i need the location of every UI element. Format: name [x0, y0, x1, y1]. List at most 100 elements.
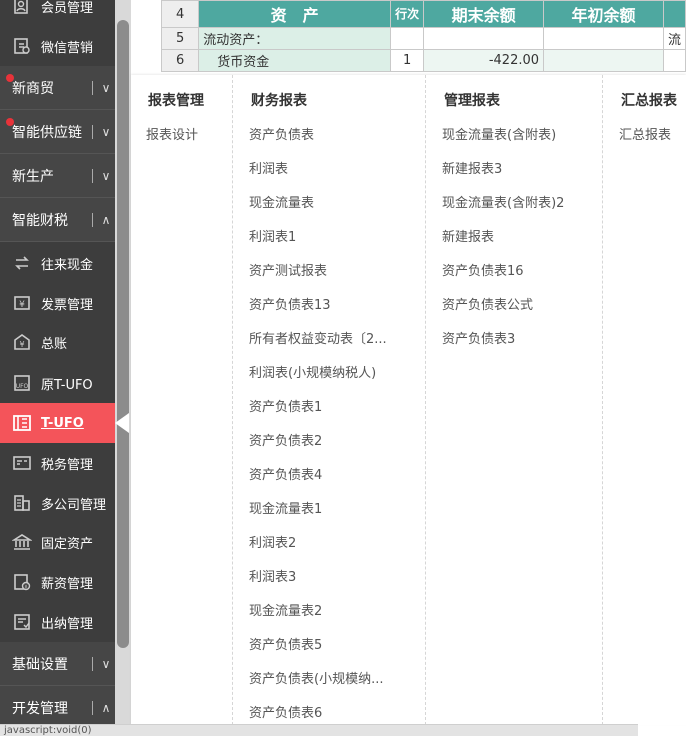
sheet-header-row: 4 资 产 行次 期末余额 年初余额 [161, 0, 686, 28]
sidebar-item-salary[interactable]: ¥ 薪资管理 [0, 562, 115, 602]
sidebar-item-tax[interactable]: 税务管理 [0, 443, 115, 483]
separator [92, 700, 93, 715]
header-begin-balance[interactable]: 年初余额 [543, 0, 664, 28]
menu-item[interactable]: 现金流量表1 [249, 498, 322, 517]
separator [92, 124, 93, 139]
sidebar-item-label: 税务管理 [41, 457, 94, 473]
svg-text:¥: ¥ [19, 340, 24, 349]
sidebar-group-smart-supply-chain[interactable]: 智能供应链 ∨ [0, 110, 115, 154]
cell-begin-balance[interactable] [543, 49, 664, 72]
sidebar-group-basic-settings[interactable]: 基础设置 ∨ [0, 642, 115, 686]
menu-item[interactable]: 资产负债表2 [249, 430, 322, 449]
header-line-no[interactable]: 行次 [390, 0, 425, 28]
row-number: 4 [161, 0, 200, 28]
menu-item[interactable]: 利润表2 [249, 532, 296, 551]
sidebar-group-new-trade[interactable]: 新商贸 ∨ [0, 66, 115, 110]
svg-text:UFO: UFO [16, 383, 29, 390]
menu-item[interactable]: 资产负债表公式 [442, 294, 533, 313]
sidebar-item-cashier[interactable]: 出纳管理 [0, 602, 115, 642]
menu-column-title: 管理报表 [444, 93, 500, 109]
menu-item[interactable]: 资产负债表4 [249, 464, 322, 483]
menu-item-summary-report[interactable]: 汇总报表 [619, 124, 671, 143]
header-asset[interactable]: 资 产 [198, 0, 392, 28]
chevron-up-icon: ∧ [101, 700, 111, 715]
menu-item[interactable]: 现金流量表 [249, 192, 314, 211]
cell-line-no[interactable] [390, 27, 425, 50]
menu-column-title: 报表管理 [148, 93, 204, 109]
menu-item[interactable]: 资产负债表3 [442, 328, 515, 347]
tax-icon [11, 452, 33, 474]
sidebar-item-multi-company[interactable]: 多公司管理 [0, 483, 115, 523]
sidebar: 会员管理 微信营销 新商贸 ∨ 智能供应链 ∨ 新生产 ∨ 智能财税 ∧ 往来现… [0, 0, 115, 736]
menu-column-financial-reports: 财务报表 资产负债表利润表现金流量表利润表1 资产测试报表 资产负债表13 所有者权益… [232, 75, 426, 725]
menu-item[interactable]: 利润表(小规模纳税人) [249, 362, 376, 381]
cell-begin-balance[interactable] [543, 27, 664, 50]
sidebar-item-invoice[interactable]: ¥ 发票管理 [0, 283, 115, 323]
sidebar-item-member[interactable]: 会员管理 [0, 0, 115, 26]
header-end-balance[interactable]: 期末余额 [423, 0, 545, 28]
sidebar-item-original-t-ufo[interactable]: UFO 原T-UFO [0, 363, 115, 403]
header-extra[interactable] [662, 0, 686, 28]
sidebar-item-t-ufo[interactable]: T-UFO [0, 403, 115, 443]
status-bar: javascript:void(0) [0, 724, 638, 736]
sidebar-item-label: 原T-UFO [41, 377, 93, 393]
menu-column-title: 汇总报表 [621, 93, 677, 109]
menu-item[interactable]: 现金流量表2 [249, 600, 322, 619]
sidebar-group-label: 智能供应链 [12, 124, 82, 141]
menu-item[interactable]: 资产测试报表 [249, 260, 327, 279]
chevron-down-icon: ∨ [101, 80, 111, 95]
sidebar-item-label: 会员管理 [41, 0, 94, 16]
menu-item[interactable]: 新建报表3 [442, 158, 502, 177]
menu-item[interactable]: 资产负债表5 [249, 634, 322, 653]
menu-item[interactable]: 利润表 [249, 158, 288, 177]
chevron-down-icon: ∨ [101, 656, 111, 671]
menu-item[interactable]: 所有者权益变动表〔2... [249, 328, 387, 347]
invoice-icon: ¥ [11, 292, 33, 314]
cell-item-name[interactable]: 货币资金 [198, 49, 392, 72]
member-icon [11, 0, 33, 17]
menu-column-title: 财务报表 [251, 93, 307, 109]
menu-item-report-design[interactable]: 报表设计 [146, 124, 198, 143]
menu-item[interactable]: 利润表3 [249, 566, 296, 585]
notification-dot [6, 74, 14, 82]
row-number: 6 [161, 49, 200, 72]
menu-item[interactable]: 资产负债表 [249, 124, 314, 143]
sidebar-item-transfer-cash[interactable]: 往来现金 [0, 243, 115, 283]
sidebar-group-smart-finance-tax[interactable]: 智能财税 ∧ [0, 198, 115, 242]
sidebar-scrollbar-thumb[interactable] [117, 20, 129, 648]
menu-item[interactable]: 现金流量表(含附表)2 [442, 192, 564, 211]
sidebar-item-label: 薪资管理 [41, 576, 94, 592]
cell-item-name[interactable]: 流动资产： [198, 27, 392, 50]
sidebar-item-label: T-UFO [41, 415, 84, 431]
sidebar-item-fixed-asset[interactable]: 固定资产 [0, 522, 115, 562]
svg-text:¥: ¥ [24, 585, 27, 591]
sidebar-group-new-production[interactable]: 新生产 ∨ [0, 154, 115, 198]
cell-extra[interactable] [662, 49, 686, 72]
active-pointer [115, 413, 129, 433]
cell-end-balance[interactable] [423, 27, 545, 50]
sidebar-item-label: 固定资产 [41, 536, 94, 552]
sidebar-item-ledger[interactable]: ¥ 总账 [0, 322, 115, 362]
menu-item[interactable]: 资产负债表13 [249, 294, 331, 313]
multi-company-icon [11, 492, 33, 514]
menu-item[interactable]: 资产负债表1 [249, 396, 322, 415]
row-number: 5 [161, 27, 200, 50]
menu-item[interactable]: 新建报表 [442, 226, 494, 245]
sidebar-group-label: 开发管理 [12, 700, 68, 717]
salary-icon: ¥ [11, 571, 33, 593]
menu-item[interactable]: 资产负债表6 [249, 702, 322, 721]
menu-item[interactable]: 资产负债表16 [442, 260, 524, 279]
cell-line-no[interactable]: 1 [390, 49, 425, 72]
sidebar-item-wechat-marketing[interactable]: 微信营销 [0, 26, 115, 66]
menu-item[interactable]: 利润表1 [249, 226, 296, 245]
separator [92, 168, 93, 183]
cell-end-balance[interactable]: -422.00 [423, 49, 545, 72]
separator [92, 212, 93, 227]
sidebar-group-label: 基础设置 [12, 656, 68, 673]
report-sheet: 4 资 产 行次 期末余额 年初余额 5 流动资产： 流 6 货币资金 1 -4… [161, 0, 686, 74]
menu-item[interactable]: 资产负债表(小规模纳... [249, 668, 383, 687]
report-menu-panel: 报表管理 报表设计 财务报表 资产负债表 利润表 现金流量表 利润表1 资产测试报表 资产… [131, 75, 686, 725]
menu-item[interactable]: 现金流量表(含附表) [442, 124, 556, 143]
notification-dot [6, 118, 14, 126]
cell-extra[interactable]: 流 [662, 27, 686, 50]
